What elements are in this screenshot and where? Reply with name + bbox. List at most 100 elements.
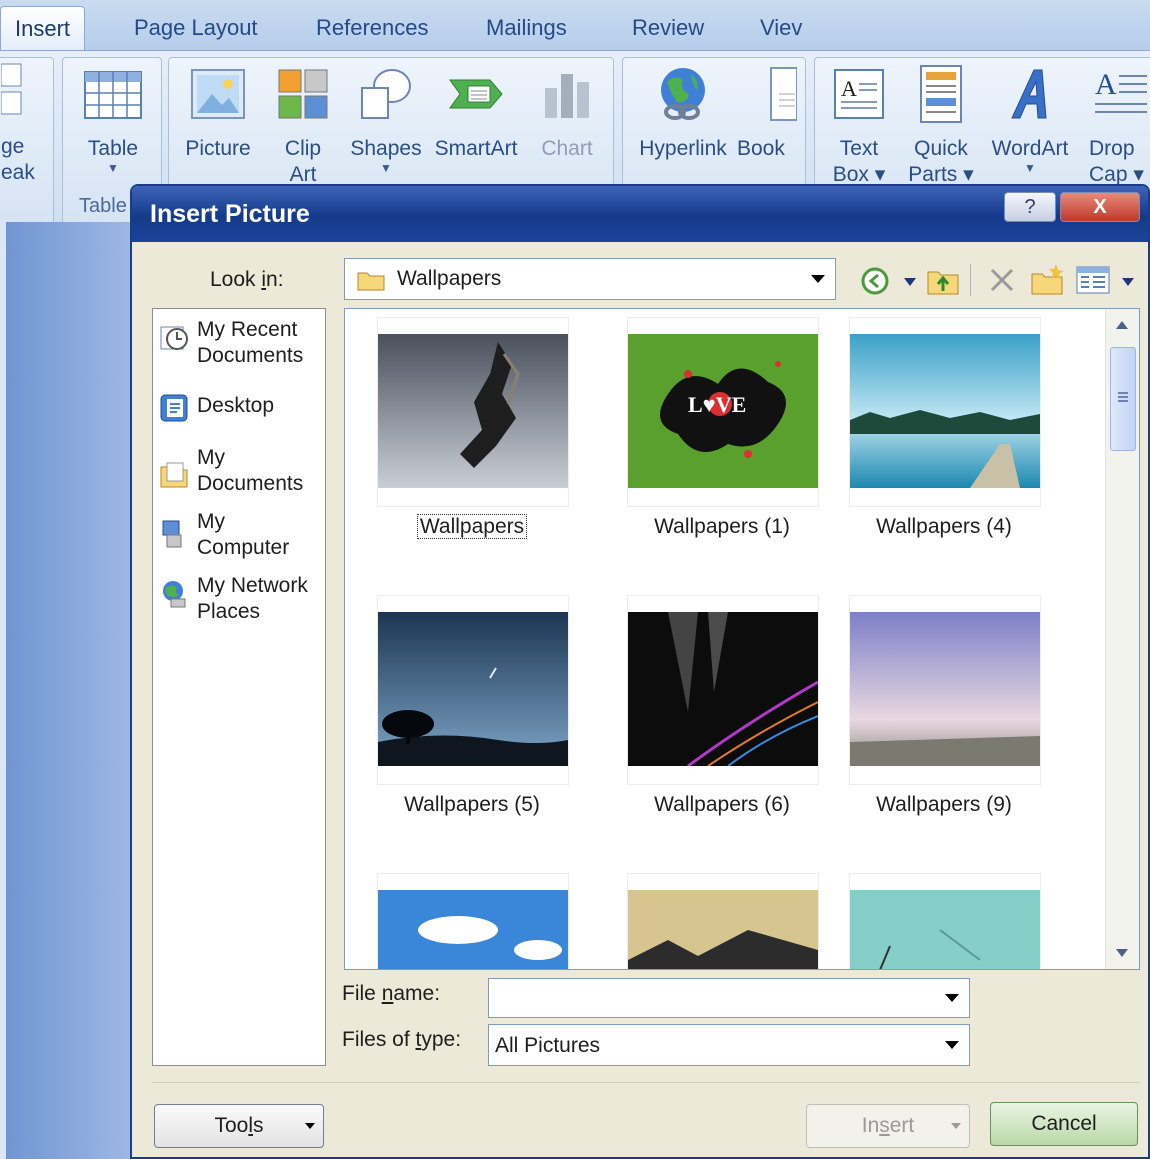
scrollbar-thumb[interactable]	[1110, 347, 1136, 451]
file-thumbnail[interactable]	[849, 873, 1041, 969]
cancel-button[interactable]: Cancel	[990, 1102, 1138, 1146]
file-thumbnail[interactable]	[849, 317, 1041, 507]
file-name-label: Wallpapers (6)	[654, 793, 790, 816]
look-in-value: Wallpapers	[397, 267, 502, 290]
table-dropdown-caret: ▼	[107, 161, 119, 175]
network-places-icon	[163, 581, 186, 608]
hyperlink-button[interactable]: Hyperlink	[631, 64, 735, 162]
scroll-up-icon[interactable]	[1116, 321, 1128, 329]
file-name-label: Wallpapers (9)	[876, 793, 1012, 816]
file-thumbnail[interactable]	[849, 595, 1041, 785]
close-button[interactable]: X	[1060, 192, 1140, 222]
table-button[interactable]: Table ▼	[73, 64, 153, 174]
file-thumbnail[interactable]	[377, 873, 569, 969]
wallpaper-lake-image	[850, 334, 1040, 488]
look-in-dropdown[interactable]: Wallpapers	[344, 258, 836, 300]
my-computer-icon	[162, 520, 182, 548]
file-name-label: Wallpapers (4)	[876, 515, 1012, 538]
files-of-type-dropdown[interactable]: All Pictures	[488, 1024, 970, 1066]
insert-dropdown-icon	[951, 1123, 961, 1129]
tab-mailings[interactable]: Mailings	[472, 6, 581, 50]
drop-cap-button[interactable]: A Drop Cap ▾	[1089, 64, 1150, 188]
page-break-label-2: eak	[1, 161, 35, 184]
close-icon: X	[1093, 196, 1107, 218]
drop-cap-label-1: Drop	[1089, 137, 1135, 160]
folder-icon	[357, 272, 385, 291]
file-list-view[interactable]: Wallpapers L♥VE Wallpapers (1) Wallpaper…	[344, 308, 1140, 970]
clip-art-label-1: Clip	[284, 137, 322, 160]
file-thumbnail[interactable]	[627, 595, 819, 785]
files-of-type-label: Files of type:	[342, 1028, 462, 1051]
views-icon[interactable]	[1076, 266, 1110, 294]
smartart-button[interactable]: SmartArt	[431, 64, 521, 162]
insert-button[interactable]: Insert	[806, 1104, 970, 1148]
page-break-label-1: ge	[1, 135, 25, 158]
help-button[interactable]: ?	[1004, 192, 1056, 222]
wallpaper-abstract-image	[378, 334, 568, 488]
tab-view[interactable]: Viev	[746, 6, 816, 50]
place-label-1: My Network	[197, 574, 308, 597]
dialog-title: Insert Picture	[150, 200, 310, 228]
text-box-icon: A	[834, 69, 884, 119]
back-dropdown-icon[interactable]	[904, 278, 916, 286]
file-thumbnail[interactable]	[627, 873, 819, 969]
bookmark-button[interactable]: Book	[737, 64, 801, 162]
wordart-icon	[1011, 69, 1047, 119]
love-text: L♥VE	[688, 392, 746, 417]
places-bar: My Recent Documents Desktop My Documents M…	[152, 308, 326, 1066]
place-label-1: My Recent	[197, 318, 298, 341]
file-name-input[interactable]	[488, 978, 970, 1018]
up-folder-icon[interactable]	[926, 264, 960, 296]
shapes-label: Shapes	[350, 137, 422, 160]
quick-parts-icon	[920, 65, 962, 123]
place-label-2: Computer	[197, 536, 290, 559]
delete-icon[interactable]	[988, 266, 1016, 294]
page-break-icon	[1, 63, 22, 115]
back-icon[interactable]	[860, 266, 890, 296]
file-thumbnail[interactable]	[377, 317, 569, 507]
recent-documents-icon	[160, 326, 188, 350]
place-label-1: My	[197, 510, 225, 533]
file-thumbnail[interactable]	[377, 595, 569, 785]
table-label: Table	[87, 137, 139, 160]
wallpaper-tree-image	[378, 612, 568, 766]
place-label-1: Desktop	[197, 394, 275, 417]
vertical-scrollbar[interactable]	[1105, 309, 1139, 969]
tools-dropdown-icon	[305, 1123, 315, 1129]
insert-picture-dialog: Insert Picture ? X Look in: Wallpapers M…	[130, 184, 1150, 1159]
picture-button[interactable]: Picture	[177, 64, 259, 162]
text-box-button[interactable]: A Text Box ▾	[819, 64, 899, 188]
chart-label: Chart	[541, 137, 593, 160]
look-in-arrow-icon	[811, 275, 825, 283]
shapes-button[interactable]: Shapes ▼	[347, 64, 425, 174]
hyperlink-globe-icon	[661, 68, 705, 120]
bookmark-label: Book	[737, 137, 785, 160]
smartart-icon	[449, 79, 503, 109]
file-thumbnail[interactable]: L♥VE	[627, 317, 819, 507]
tools-button[interactable]: Tools	[154, 1104, 324, 1148]
new-folder-icon[interactable]	[1030, 262, 1064, 296]
tab-review[interactable]: Review	[618, 6, 718, 50]
chart-icon	[545, 74, 589, 118]
quick-parts-button[interactable]: Quick Parts ▾	[903, 64, 979, 188]
word-document-area	[0, 222, 132, 1159]
svg-text:A: A	[841, 76, 857, 101]
table-icon	[84, 71, 142, 119]
scroll-down-icon[interactable]	[1116, 949, 1128, 957]
group-pages: ge eak	[0, 57, 54, 227]
page-break-button[interactable]: ge eak	[1, 60, 41, 186]
file-name-label: Wallpapers (5)	[404, 793, 540, 816]
tab-references[interactable]: References	[302, 6, 443, 50]
views-dropdown-icon[interactable]	[1122, 278, 1134, 286]
tab-insert[interactable]: Insert	[0, 6, 86, 50]
dialog-title-bar[interactable]: Insert Picture ? X	[132, 186, 1148, 242]
clip-art-button[interactable]: Clip Art	[265, 64, 341, 188]
wordart-button[interactable]: WordArt ▼	[985, 64, 1075, 174]
shapes-dropdown-caret: ▼	[380, 161, 392, 175]
chart-button[interactable]: Chart	[529, 64, 605, 162]
desktop-icon	[160, 394, 188, 422]
tab-page-layout[interactable]: Page Layout	[120, 6, 272, 50]
place-label-2: Places	[197, 600, 261, 623]
shapes-icon	[361, 69, 411, 119]
help-icon: ?	[1024, 196, 1036, 218]
